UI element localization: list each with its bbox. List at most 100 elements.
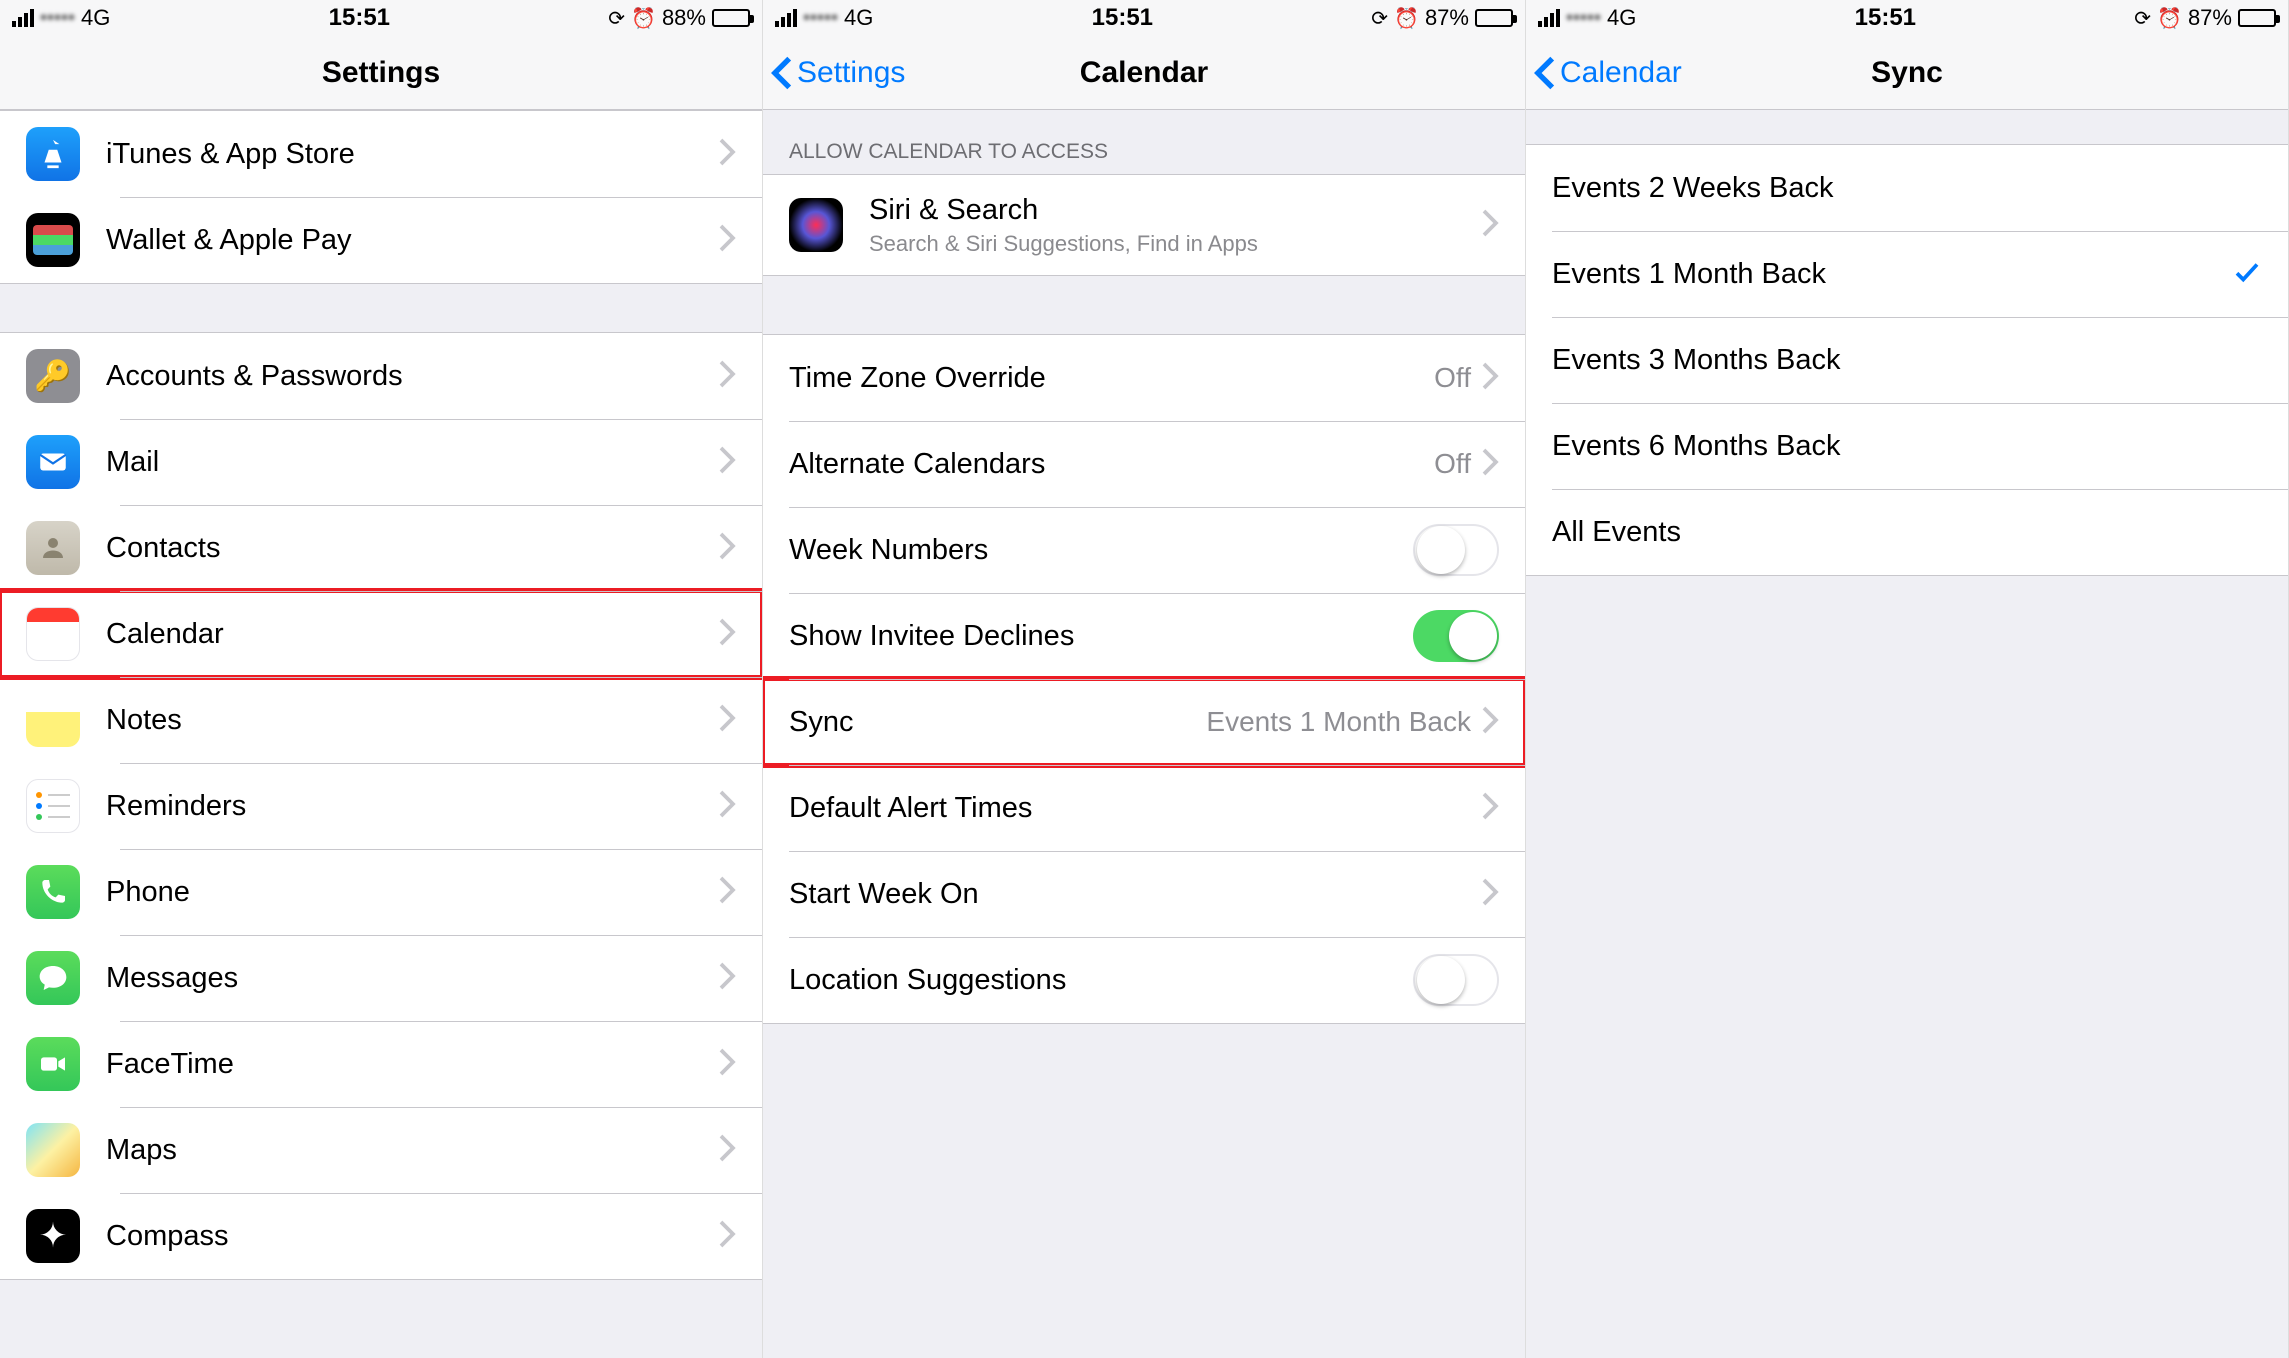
carrier-label: ••••• [803,7,838,30]
option-1-month[interactable]: Events 1 Month Back [1526,231,2288,317]
row-alternate-calendars[interactable]: Alternate Calendars Off [763,421,1525,507]
row-contacts[interactable]: Contacts [0,505,762,591]
row-notes[interactable]: Notes [0,677,762,763]
row-reminders[interactable]: Reminders [0,763,762,849]
chevron-right-icon [718,531,736,566]
chevron-right-icon [1481,361,1499,396]
toggle-show-invitee-declines[interactable] [1413,610,1499,662]
option-3-months[interactable]: Events 3 Months Back [1526,317,2288,403]
chevron-right-icon [718,789,736,824]
battery-icon [712,9,750,27]
key-icon: 🔑 [26,349,80,403]
option-all-events[interactable]: All Events [1526,489,2288,575]
status-time: 15:51 [329,4,390,32]
row-label: iTunes & App Store [106,138,718,171]
row-detail: Off [1434,448,1471,480]
screen-settings: ••••• 4G 15:51 ⟳ ⏰ 88% Settings iTunes &… [0,0,763,1358]
chevron-right-icon [718,617,736,652]
row-timezone-override[interactable]: Time Zone Override Off [763,335,1525,421]
alarm-icon: ⏰ [1394,6,1419,31]
chevron-right-icon [718,961,736,996]
row-label: Compass [106,1220,718,1253]
option-label: Events 1 Month Back [1552,258,2232,291]
back-label: Settings [797,56,905,90]
row-start-week-on[interactable]: Start Week On [763,851,1525,937]
carrier-label: ••••• [1566,7,1601,30]
row-maps[interactable]: Maps [0,1107,762,1193]
chevron-right-icon [1481,705,1499,740]
row-label: Wallet & Apple Pay [106,224,718,257]
messages-icon [26,951,80,1005]
status-time: 15:51 [1855,4,1916,32]
row-label: Contacts [106,532,718,565]
row-siri-search[interactable]: Siri & Search Search & Siri Suggestions,… [763,175,1525,275]
row-label: Siri & Search [869,194,1481,227]
row-facetime[interactable]: FaceTime [0,1021,762,1107]
chevron-right-icon [718,359,736,394]
facetime-icon [26,1037,80,1091]
row-label: Accounts & Passwords [106,360,718,393]
toggle-week-numbers[interactable] [1413,524,1499,576]
row-label: Alternate Calendars [789,448,1434,481]
settings-group-2: 🔑 Accounts & Passwords Mail Contacts Cal… [0,332,762,1280]
row-label: Location Suggestions [789,964,1413,997]
option-2-weeks[interactable]: Events 2 Weeks Back [1526,145,2288,231]
nav-title: Calendar [1080,56,1208,90]
row-calendar[interactable]: Calendar [0,591,762,677]
row-itunes-appstore[interactable]: iTunes & App Store [0,111,762,197]
battery-icon [2238,9,2276,27]
row-label: Reminders [106,790,718,823]
signal-icon [775,9,797,27]
row-label: Time Zone Override [789,362,1434,395]
chevron-right-icon [718,1047,736,1082]
row-compass[interactable]: ✦ Compass [0,1193,762,1279]
chevron-right-icon [1481,791,1499,826]
chevron-right-icon [718,1133,736,1168]
section-header: ALLOW CALENDAR TO ACCESS [763,110,1525,174]
toggle-location-suggestions[interactable] [1413,954,1499,1006]
back-button[interactable]: Calendar [1534,36,1682,109]
row-label: Maps [106,1134,718,1167]
signal-icon [1538,9,1560,27]
row-label: Messages [106,962,718,995]
row-week-numbers[interactable]: Week Numbers [763,507,1525,593]
option-label: All Events [1552,516,2262,549]
row-label: Mail [106,446,718,479]
row-phone[interactable]: Phone [0,849,762,935]
nav-title: Settings [322,56,440,90]
phone-icon [26,865,80,919]
row-location-suggestions[interactable]: Location Suggestions [763,937,1525,1023]
row-wallet-applepay[interactable]: Wallet & Apple Pay [0,197,762,283]
row-label: Default Alert Times [789,792,1481,825]
network-label: 4G [81,5,110,31]
siri-icon [789,198,843,252]
nav-bar: Settings Calendar [763,36,1525,110]
status-bar: ••••• 4G 15:51 ⟳ ⏰ 87% [1526,0,2288,36]
checkmark-icon [2232,257,2262,292]
nav-bar: Settings [0,36,762,110]
row-label: Week Numbers [789,534,1413,567]
option-label: Events 6 Months Back [1552,430,2262,463]
row-sync[interactable]: Sync Events 1 Month Back [763,679,1525,765]
row-messages[interactable]: Messages [0,935,762,1021]
row-label: Calendar [106,618,718,651]
chevron-right-icon [1481,447,1499,482]
row-accounts-passwords[interactable]: 🔑 Accounts & Passwords [0,333,762,419]
row-label: Phone [106,876,718,909]
maps-icon [26,1123,80,1177]
carrier-label: ••••• [40,7,75,30]
calendar-icon [26,607,80,661]
back-button[interactable]: Settings [771,36,905,109]
rotation-lock-icon: ⟳ [1371,6,1388,31]
nav-title: Sync [1871,56,1943,90]
chevron-left-icon [1534,55,1556,91]
row-default-alert-times[interactable]: Default Alert Times [763,765,1525,851]
chevron-left-icon [771,55,793,91]
status-time: 15:51 [1092,4,1153,32]
row-show-invitee-declines[interactable]: Show Invitee Declines [763,593,1525,679]
row-mail[interactable]: Mail [0,419,762,505]
chevron-right-icon [718,875,736,910]
chevron-right-icon [1481,877,1499,912]
alarm-icon: ⏰ [2157,6,2182,31]
option-6-months[interactable]: Events 6 Months Back [1526,403,2288,489]
